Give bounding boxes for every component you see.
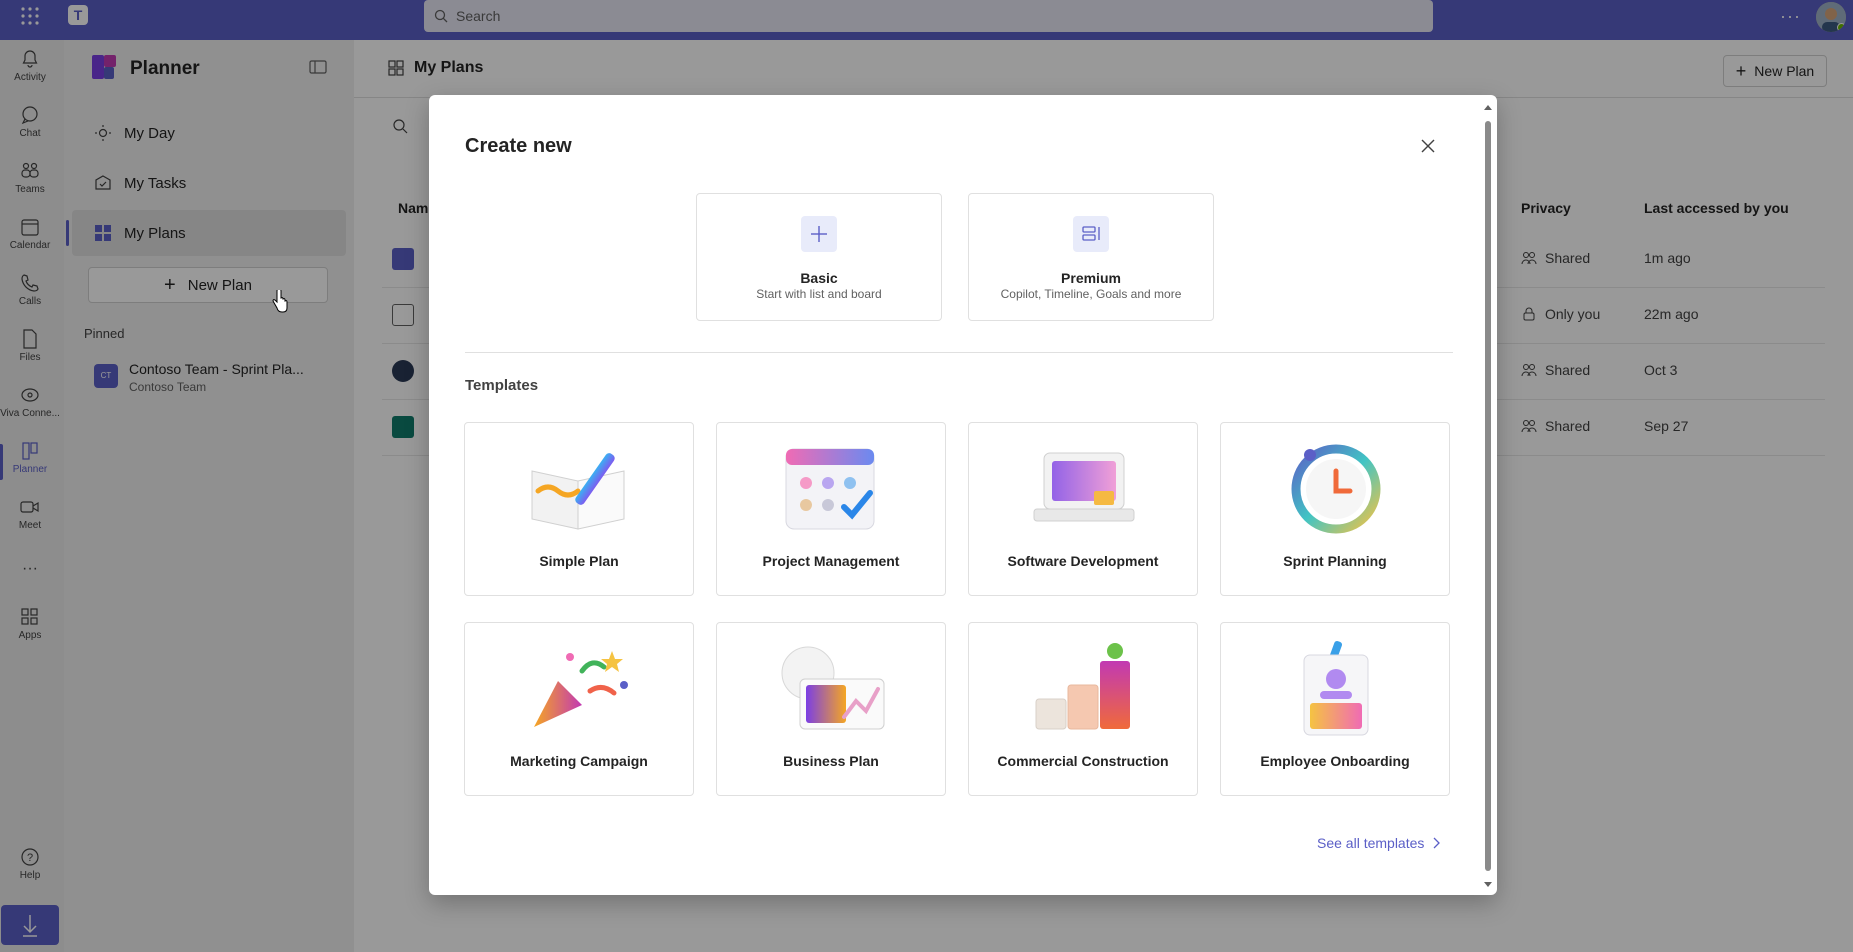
basic-subtitle: Start with list and board: [756, 287, 882, 301]
clock-cycle-icon: [1291, 444, 1381, 534]
template-marketing-campaign[interactable]: Marketing Campaign: [464, 622, 694, 796]
template-name: Simple Plan: [539, 553, 619, 569]
id-badge-icon: [1303, 641, 1369, 736]
scroll-down-icon[interactable]: [1483, 879, 1493, 891]
template-name: Business Plan: [783, 753, 879, 769]
dialog-scrollbar[interactable]: [1483, 101, 1493, 891]
premium-subtitle: Copilot, Timeline, Goals and more: [1000, 287, 1182, 301]
divider: [465, 352, 1453, 353]
see-all-templates-link[interactable]: See all templates: [1317, 835, 1441, 851]
plus-icon: [801, 216, 837, 252]
dialog-title: Create new: [465, 135, 572, 157]
scroll-up-icon[interactable]: [1483, 101, 1493, 113]
template-simple-plan[interactable]: Simple Plan: [464, 422, 694, 596]
see-all-label: See all templates: [1317, 835, 1425, 851]
party-popper-icon: [534, 651, 628, 727]
template-project-management[interactable]: Project Management: [716, 422, 946, 596]
laptop-code-icon: [1033, 452, 1135, 522]
premium-board-icon: [1073, 216, 1109, 252]
calendar-check-icon: [785, 448, 875, 530]
basic-title: Basic: [800, 270, 838, 286]
close-icon[interactable]: [1419, 137, 1437, 155]
template-name: Software Development: [1007, 553, 1159, 569]
templates-heading: Templates: [465, 377, 539, 394]
template-name: Employee Onboarding: [1260, 753, 1410, 769]
template-employee-onboarding[interactable]: Employee Onboarding: [1220, 622, 1450, 796]
template-name: Sprint Planning: [1283, 553, 1387, 569]
basic-plan-card[interactable]: Basic Start with list and board: [696, 193, 942, 321]
template-name: Commercial Construction: [997, 753, 1169, 769]
premium-plan-card[interactable]: Premium Copilot, Timeline, Goals and mor…: [968, 193, 1214, 321]
template-commercial-construction[interactable]: Commercial Construction: [968, 622, 1198, 796]
template-sprint-planning[interactable]: Sprint Planning: [1220, 422, 1450, 596]
scroll-thumb[interactable]: [1485, 121, 1491, 871]
template-software-development[interactable]: Software Development: [968, 422, 1198, 596]
open-book-pen-icon: [531, 453, 625, 530]
business-chart-icon: [781, 646, 885, 730]
chevron-right-icon: [1433, 837, 1441, 849]
premium-title: Premium: [1061, 270, 1121, 286]
building-blocks-icon: [1035, 643, 1130, 730]
hand-cursor-icon: [272, 290, 288, 313]
template-name: Marketing Campaign: [510, 753, 648, 769]
template-name: Project Management: [762, 553, 900, 569]
template-business-plan[interactable]: Business Plan: [716, 622, 946, 796]
create-new-dialog: Create new Basic Start with list and boa…: [429, 95, 1497, 895]
